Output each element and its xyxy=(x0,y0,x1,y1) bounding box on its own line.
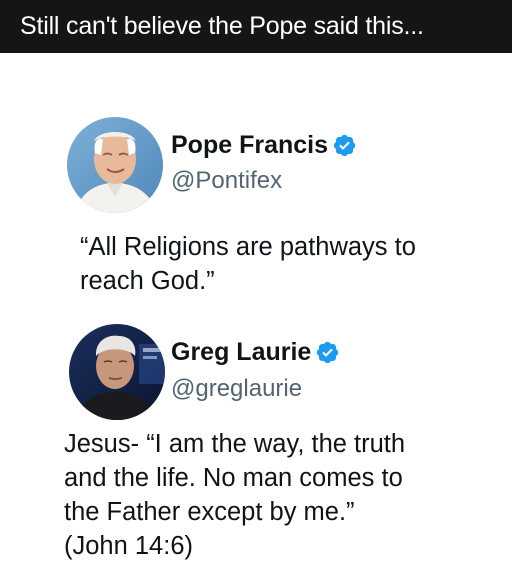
greg-portrait-image xyxy=(69,324,165,420)
tweet-text-line: (John 14:6) xyxy=(64,532,193,560)
greg-laurie-avatar[interactable] xyxy=(69,324,165,420)
tweet-text-line: the Father except by me.” xyxy=(64,498,355,526)
verified-badge-icon xyxy=(333,134,356,157)
tweet-text: “All Religions are pathways to reach God… xyxy=(80,230,500,298)
tweet-text-line: “All Religions are pathways to xyxy=(80,233,416,261)
meme-caption: Still can't believe the Pope said this..… xyxy=(20,12,424,40)
author-handle[interactable]: @greglaurie xyxy=(171,375,302,403)
verified-badge-icon xyxy=(317,341,339,364)
pope-francis-avatar[interactable] xyxy=(67,117,163,213)
tweet-text-line: and the life. No man comes to xyxy=(64,464,403,492)
pope-portrait-image xyxy=(67,117,163,213)
author-name[interactable]: Pope Francis xyxy=(171,131,328,160)
tweet-text: Jesus- “I am the way, the truth and the … xyxy=(64,427,504,563)
author-row: Greg Laurie xyxy=(171,338,340,367)
author-name[interactable]: Greg Laurie xyxy=(171,338,311,367)
author-row: Pope Francis xyxy=(171,131,357,160)
tweet-text-line: reach God.” xyxy=(80,267,215,295)
caption-bar: Still can't believe the Pope said this..… xyxy=(0,0,512,53)
author-handle[interactable]: @Pontifex xyxy=(171,167,282,195)
tweet-text-line: Jesus- “I am the way, the truth xyxy=(64,430,406,458)
